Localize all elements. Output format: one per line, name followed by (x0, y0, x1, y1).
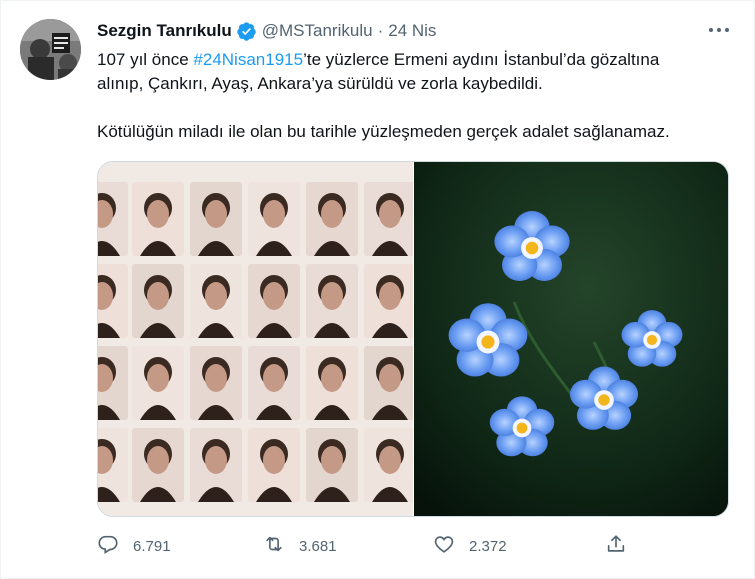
paragraph-spacer (97, 96, 737, 120)
more-options-icon[interactable] (706, 20, 732, 40)
portrait-tile (306, 428, 358, 502)
tweet-actions: 6.791 3.681 2.372 (97, 532, 637, 560)
portraits-grid (98, 182, 413, 502)
separator-dot: · (377, 21, 384, 40)
portrait-tile (190, 264, 242, 338)
retweet-icon (263, 533, 285, 559)
portrait-tile (248, 346, 300, 420)
text-segment: ’te yüzlerce Ermeni aydını İstanbul’da g… (303, 50, 660, 69)
portrait-tile (98, 182, 128, 256)
reply-icon (97, 533, 119, 559)
text-segment: 107 yıl önce (97, 50, 194, 69)
portrait-tile (98, 428, 128, 502)
portrait-tile (132, 264, 184, 338)
flowers-image (414, 162, 728, 516)
share-icon (605, 533, 627, 559)
portrait-tile (364, 182, 413, 256)
verified-badge-icon (236, 21, 257, 42)
portrait-tile (306, 264, 358, 338)
avatar[interactable] (20, 19, 81, 80)
portrait-tile (190, 346, 242, 420)
retweet-button[interactable]: 3.681 (263, 532, 337, 560)
tweet-text-line: Kötülüğün miladı ile olan bu tarihle yüz… (97, 122, 670, 141)
hashtag-link[interactable]: #24Nisan1915 (193, 50, 303, 69)
portrait-tile (190, 428, 242, 502)
tweet-date[interactable]: 24 Nis (388, 21, 436, 41)
tweet-media[interactable] (97, 161, 729, 517)
retweet-count: 3.681 (299, 537, 337, 555)
portrait-tile (132, 182, 184, 256)
like-button[interactable]: 2.372 (433, 532, 507, 560)
forget-me-not-photo[interactable] (413, 162, 728, 516)
reply-count: 6.791 (133, 537, 171, 555)
portrait-tile (248, 428, 300, 502)
portrait-tile (98, 264, 128, 338)
share-button[interactable] (605, 532, 627, 560)
author-handle[interactable]: @MSTanrikulu (262, 21, 373, 41)
portrait-tile (248, 264, 300, 338)
portrait-tile (364, 264, 413, 338)
tweet-text-line: 107 yıl önce #24Nisan1915’te yüzlerce Er… (97, 48, 737, 72)
portrait-tile (306, 182, 358, 256)
tweet-header: Sezgin Tanrıkulu @MSTanrikulu · 24 Nis (97, 19, 436, 43)
tweet-text-line: alınıp, Çankırı, Ayaş, Ankara’ya sürüldü… (97, 74, 543, 93)
portrait-tile (132, 346, 184, 420)
portrait-tile (364, 346, 413, 420)
like-count: 2.372 (469, 537, 507, 555)
avatar-photo (20, 19, 81, 80)
portrait-tile (248, 182, 300, 256)
portrait-tile (190, 182, 242, 256)
portrait-tile (98, 346, 128, 420)
reply-button[interactable]: 6.791 (97, 532, 171, 560)
heart-icon (433, 533, 455, 559)
portraits-photo[interactable] (98, 162, 413, 516)
portrait-tile (306, 346, 358, 420)
portrait-tile (132, 428, 184, 502)
portrait-tile (364, 428, 413, 502)
tweet-text: 107 yıl önce #24Nisan1915’te yüzlerce Er… (97, 48, 737, 144)
author-name[interactable]: Sezgin Tanrıkulu (97, 21, 232, 41)
